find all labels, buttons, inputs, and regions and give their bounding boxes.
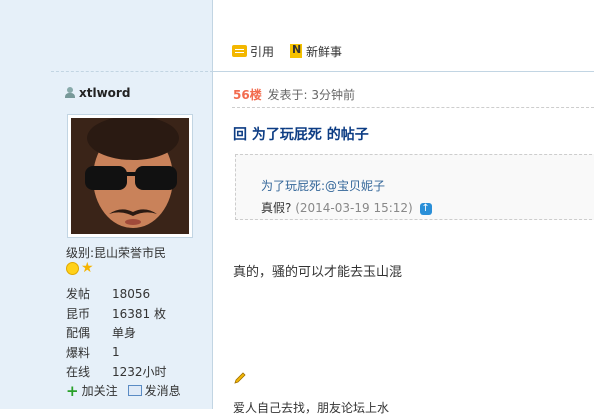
quote-block: 为了玩屁死:@宝贝妮子 真假? (2014-03-19 15:12) ↑ — [235, 154, 594, 220]
post-divider — [213, 71, 594, 72]
user-level: 级别:昆山荣誉市民 — [66, 244, 166, 261]
post-meta: 56楼 发表于: 3分钟前 — [233, 86, 355, 103]
pencil-icon — [234, 372, 246, 384]
post-title: 回 为了玩屁死 的帖子 — [233, 127, 369, 143]
stat-row: 发帖 18056 — [66, 286, 151, 302]
user-icon — [65, 87, 75, 99]
post-content: 真的，骚的可以才能去玉山混 — [233, 265, 403, 280]
quote-button[interactable]: 引用 — [232, 43, 274, 60]
quote-label: 引用 — [250, 44, 275, 59]
avatar-image — [71, 118, 189, 234]
sidebar-divider — [51, 71, 213, 72]
message-button[interactable]: 发消息 — [127, 382, 181, 399]
signature: 爱人自己去找，朋友论坛上水 — [233, 401, 390, 415]
jump-arrow-icon[interactable]: ↑ — [419, 202, 432, 215]
plus-icon: + — [66, 381, 79, 400]
smile-medal-icon — [66, 262, 79, 275]
level-label: 级别: — [66, 246, 95, 260]
stat-row: 爆料 1 — [66, 345, 120, 360]
quote-icon — [232, 45, 247, 57]
floor-number[interactable]: 56楼 — [233, 88, 262, 102]
post-time: 发表于: 3分钟前 — [267, 88, 356, 102]
username[interactable]: xtlword — [79, 86, 130, 100]
quote-text: 真假? (2014-03-19 15:12) ↑ — [261, 201, 432, 215]
user-name-row: xtlword — [65, 86, 130, 100]
quote-source-link[interactable]: 为了玩屁死:@宝贝妮子 — [261, 177, 385, 194]
post-action-bar: 引用 新鲜事 — [232, 42, 358, 60]
stat-row: 配偶 单身 — [66, 326, 137, 341]
stat-row: 在线 1232小时 — [66, 365, 167, 380]
quote-time: (2014-03-19 15:12) — [295, 201, 413, 215]
level-value: 昆山荣誉市民 — [94, 246, 167, 260]
news-label: 新鲜事 — [306, 44, 343, 59]
user-actions: + 加关注 发消息 — [66, 382, 191, 399]
user-stats: 发帖 18056 昆币 16381 枚 配偶 单身 爆料 1 在线 1232小时 — [66, 284, 167, 382]
news-button[interactable]: 新鲜事 — [290, 43, 342, 60]
news-icon — [290, 43, 303, 58]
message-icon — [127, 385, 142, 396]
medal-row: ★ — [66, 260, 94, 276]
stat-row: 昆币 16381 枚 — [66, 306, 166, 321]
avatar[interactable] — [67, 114, 193, 238]
follow-button[interactable]: + 加关注 — [66, 382, 118, 399]
star-medal-icon: ★ — [81, 260, 94, 276]
meta-divider — [232, 107, 594, 108]
